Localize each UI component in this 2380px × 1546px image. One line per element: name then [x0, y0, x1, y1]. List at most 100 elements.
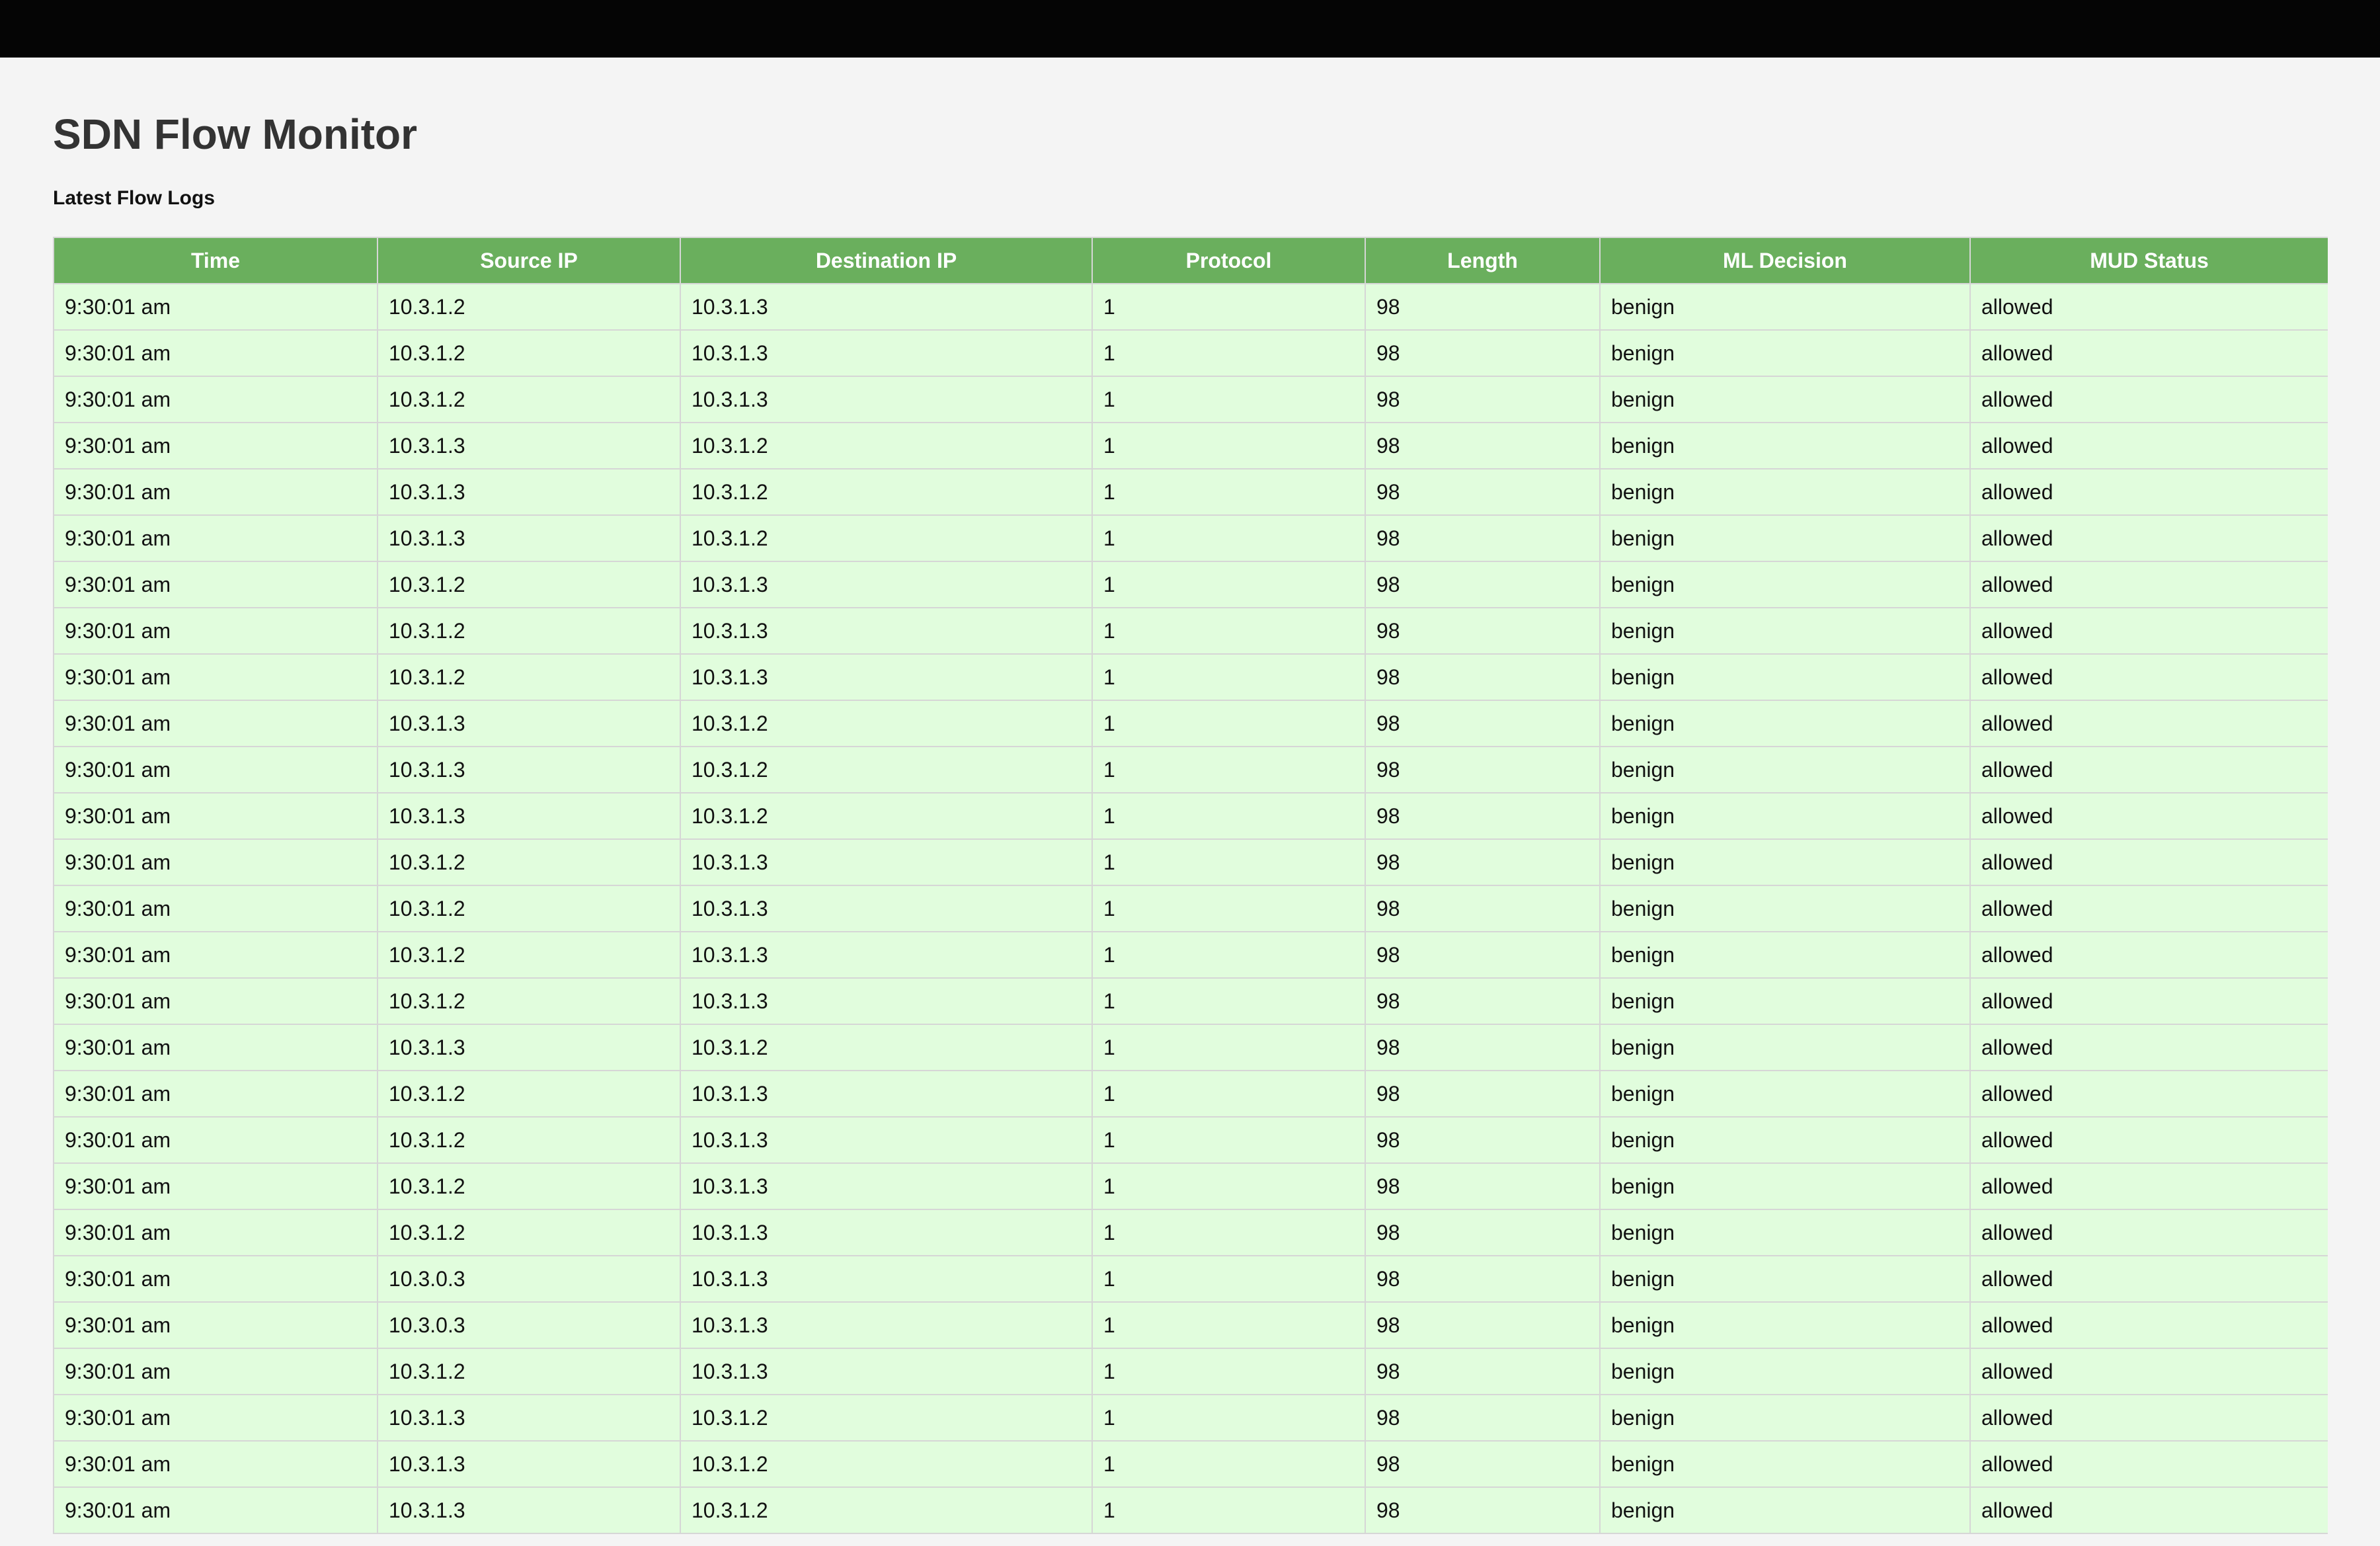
protocol-cell: 1 — [1091, 1440, 1366, 1488]
protocol-cell: 1 — [1091, 1070, 1366, 1118]
mud-status-cell: allowed — [1969, 329, 2328, 377]
table-row: 9:30:01 am 10.3.1.2 10.3.1.3 1 98 benign allow… — [53, 1209, 2328, 1256]
source-ip-cell: 10.3.1.3 — [377, 422, 681, 469]
destination-ip-cell: 10.3.1.2 — [680, 1024, 1093, 1071]
length-cell: 98 — [1365, 1440, 1601, 1488]
mud-status-cell: allowed — [1969, 1024, 2328, 1071]
table-row: 9:30:01 am 10.3.1.2 10.3.1.3 1 98 benign allow… — [53, 1162, 2328, 1210]
mud-status-cell: allowed — [1969, 422, 2328, 469]
table-row: 9:30:01 am 10.3.1.3 10.3.1.2 1 98 benign allow… — [53, 1394, 2328, 1442]
table-row: 9:30:01 am 10.3.1.2 10.3.1.3 1 98 benign allow… — [53, 561, 2328, 608]
protocol-cell: 1 — [1091, 422, 1366, 469]
source-ip-cell: 10.3.1.3 — [377, 700, 681, 747]
source-ip-cell: 10.3.0.3 — [377, 1301, 681, 1349]
ml-decision-cell: benign — [1599, 1486, 1971, 1534]
length-cell: 98 — [1365, 1255, 1601, 1303]
source-ip-cell: 10.3.1.2 — [377, 1348, 681, 1395]
destination-ip-cell: 10.3.1.2 — [680, 1486, 1093, 1534]
table-body: 9:30:01 am 10.3.1.2 10.3.1.3 1 98 benign allow… — [53, 283, 2328, 1534]
length-cell: 98 — [1365, 1301, 1601, 1349]
source-ip-cell: 10.3.1.2 — [377, 376, 681, 423]
ml-decision-cell: benign — [1599, 1440, 1971, 1488]
table-row: 9:30:01 am 10.3.1.2 10.3.1.3 1 98 benign allow… — [53, 653, 2328, 701]
table-row: 9:30:01 am 10.3.1.3 10.3.1.2 1 98 benign allow… — [53, 700, 2328, 747]
time-cell: 9:30:01 am — [53, 514, 378, 562]
time-cell: 9:30:01 am — [53, 1394, 378, 1442]
protocol-cell: 1 — [1091, 838, 1366, 886]
destination-ip-cell: 10.3.1.3 — [680, 561, 1093, 608]
time-cell: 9:30:01 am — [53, 468, 378, 516]
time-cell: 9:30:01 am — [53, 1486, 378, 1534]
source-ip-cell: 10.3.1.2 — [377, 283, 681, 331]
protocol-cell: 1 — [1091, 1209, 1366, 1256]
destination-ip-cell: 10.3.1.3 — [680, 1301, 1093, 1349]
table-row: 9:30:01 am 10.3.1.2 10.3.1.3 1 98 benign allow… — [53, 376, 2328, 423]
table-row: 9:30:01 am 10.3.1.2 10.3.1.3 1 98 benign allow… — [53, 329, 2328, 377]
protocol-cell: 1 — [1091, 1348, 1366, 1395]
length-cell: 98 — [1365, 1486, 1601, 1534]
ml-decision-cell: benign — [1599, 1394, 1971, 1442]
source-ip-cell: 10.3.1.2 — [377, 653, 681, 701]
source-ip-cell: 10.3.1.3 — [377, 746, 681, 793]
source-ip-cell: 10.3.1.2 — [377, 561, 681, 608]
length-cell: 98 — [1365, 838, 1601, 886]
ml-decision-cell: benign — [1599, 746, 1971, 793]
length-cell: 98 — [1365, 514, 1601, 562]
mud-status-cell: allowed — [1969, 1301, 2328, 1349]
protocol-cell: 1 — [1091, 376, 1366, 423]
section-title: Latest Flow Logs — [53, 187, 216, 209]
time-cell: 9:30:01 am — [53, 1440, 378, 1488]
length-cell: 98 — [1365, 653, 1601, 701]
ml-decision-cell: benign — [1599, 329, 1971, 377]
source-ip-cell: 10.3.1.3 — [377, 1024, 681, 1071]
source-ip-cell: 10.3.1.2 — [377, 607, 681, 655]
source-ip-cell: 10.3.1.3 — [377, 514, 681, 562]
column-header-destination-ip: Destination IP — [680, 237, 1093, 284]
time-cell: 9:30:01 am — [53, 561, 378, 608]
mud-status-cell: allowed — [1969, 1116, 2328, 1164]
destination-ip-cell: 10.3.1.2 — [680, 1394, 1093, 1442]
table-row: 9:30:01 am 10.3.1.3 10.3.1.2 1 98 benign allow… — [53, 1024, 2328, 1071]
destination-ip-cell: 10.3.1.3 — [680, 329, 1093, 377]
ml-decision-cell: benign — [1599, 1070, 1971, 1118]
table-row: 9:30:01 am 10.3.1.2 10.3.1.3 1 98 benign allow… — [53, 885, 2328, 932]
source-ip-cell: 10.3.1.2 — [377, 885, 681, 932]
table-row: 9:30:01 am 10.3.0.3 10.3.1.3 1 98 benign allow… — [53, 1255, 2328, 1303]
time-cell: 9:30:01 am — [53, 1301, 378, 1349]
source-ip-cell: 10.3.1.2 — [377, 1162, 681, 1210]
flow-table-container[interactable]: Time Source IP Destination IP Protocol L… — [53, 237, 2328, 1546]
ml-decision-cell: benign — [1599, 792, 1971, 840]
time-cell: 9:30:01 am — [53, 700, 378, 747]
time-cell: 9:30:01 am — [53, 422, 378, 469]
mud-status-cell: allowed — [1969, 1209, 2328, 1256]
table-row: 9:30:01 am 10.3.1.2 10.3.1.3 1 98 benign allow… — [53, 283, 2328, 331]
table-header: Time Source IP Destination IP Protocol L… — [53, 237, 2328, 284]
destination-ip-cell: 10.3.1.3 — [680, 885, 1093, 932]
destination-ip-cell: 10.3.1.3 — [680, 1162, 1093, 1210]
protocol-cell: 1 — [1091, 514, 1366, 562]
time-cell: 9:30:01 am — [53, 838, 378, 886]
mud-status-cell: allowed — [1969, 885, 2328, 932]
length-cell: 98 — [1365, 468, 1601, 516]
mud-status-cell: allowed — [1969, 746, 2328, 793]
flow-log-table: Time Source IP Destination IP Protocol L… — [53, 237, 2328, 1534]
mud-status-cell: allowed — [1969, 376, 2328, 423]
ml-decision-cell: benign — [1599, 283, 1971, 331]
length-cell: 98 — [1365, 376, 1601, 423]
protocol-cell: 1 — [1091, 746, 1366, 793]
mud-status-cell: allowed — [1969, 1394, 2328, 1442]
protocol-cell: 1 — [1091, 885, 1366, 932]
mud-status-cell: allowed — [1969, 468, 2328, 516]
time-cell: 9:30:01 am — [53, 931, 378, 979]
protocol-cell: 1 — [1091, 931, 1366, 979]
table-row: 9:30:01 am 10.3.1.3 10.3.1.2 1 98 benign allow… — [53, 514, 2328, 562]
mud-status-cell: allowed — [1969, 1070, 2328, 1118]
protocol-cell: 1 — [1091, 1394, 1366, 1442]
time-cell: 9:30:01 am — [53, 746, 378, 793]
table-row: 9:30:01 am 10.3.1.3 10.3.1.2 1 98 benign allow… — [53, 422, 2328, 469]
time-cell: 9:30:01 am — [53, 283, 378, 331]
time-cell: 9:30:01 am — [53, 977, 378, 1025]
destination-ip-cell: 10.3.1.2 — [680, 468, 1093, 516]
source-ip-cell: 10.3.1.3 — [377, 792, 681, 840]
header-row: Time Source IP Destination IP Protocol L… — [53, 237, 2328, 284]
